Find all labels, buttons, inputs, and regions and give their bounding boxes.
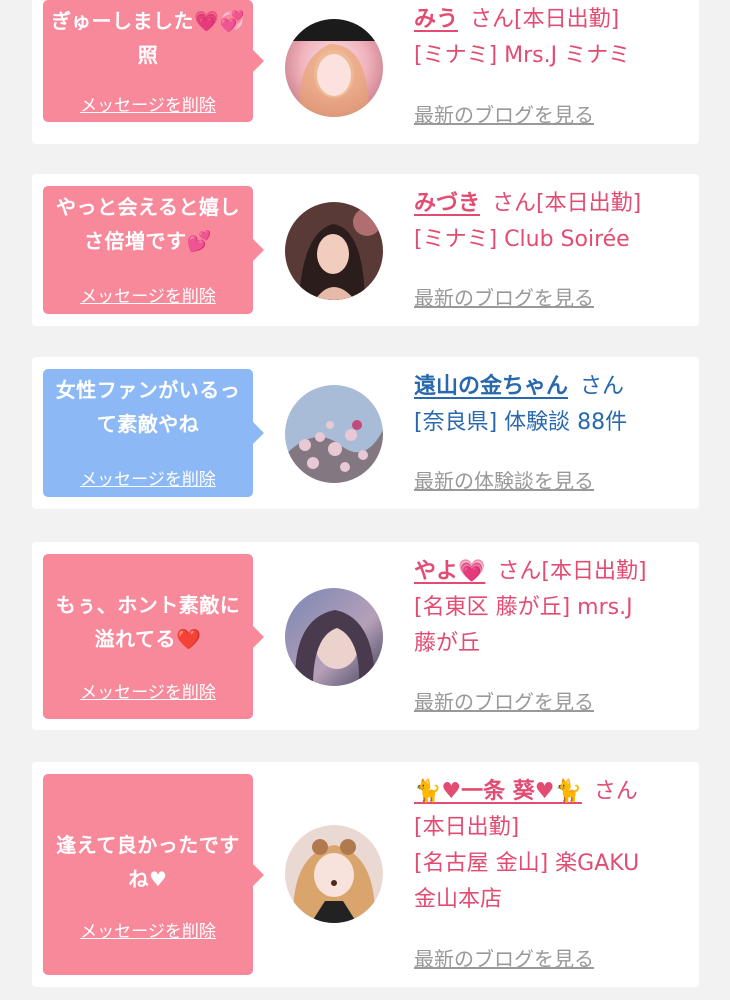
message-bubble: ぎゅーしました💗💞照 メッセージを削除: [43, 0, 264, 122]
cast-info: 遠山の金ちゃん さん [奈良県] 体験談 88件: [414, 369, 689, 441]
cast-suffix: さん[本日出勤]: [492, 191, 642, 216]
cast-info: みう さん[本日出勤] [ミナミ] Mrs.J ミナミ: [414, 2, 689, 74]
bubble-tail: [253, 422, 264, 444]
bubble-tail: [253, 863, 264, 886]
cast-shop-tag: 藤が丘: [414, 631, 481, 656]
avatar[interactable]: [285, 19, 383, 117]
message-text: 女性ファンがいるって素敵やね: [55, 378, 241, 436]
cast-shop-tag: 金山本店: [414, 887, 503, 912]
delete-message-link[interactable]: メッセージを削除: [43, 917, 253, 942]
cast-shop-tag: [名東区 藤が丘] mrs.J: [414, 595, 633, 620]
avatar-photo: [285, 825, 383, 923]
cast-name-link[interactable]: みう: [414, 7, 458, 32]
cast-name-link[interactable]: 🐈♥一条 葵♥🐈: [414, 779, 582, 804]
cast-info: やよ💗 さん[本日出勤] [名東区 藤が丘] mrs.J 藤が丘: [414, 554, 689, 662]
cast-suffix: さん[本日出勤]: [497, 559, 647, 584]
cast-name-link[interactable]: やよ💗: [414, 559, 485, 584]
avatar-photo: [285, 588, 383, 686]
bubble-tail: [253, 239, 264, 261]
favorite-card: もぅ、ホント素敵に溢れてる❤️ メッセージを削除 やよ💗 さん[本日出勤] [名東…: [32, 542, 699, 730]
avatar[interactable]: [285, 385, 383, 483]
avatar[interactable]: [285, 588, 383, 686]
delete-message-link[interactable]: メッセージを削除: [43, 91, 253, 116]
latest-blog-link[interactable]: 最新のブログを見る: [414, 282, 594, 311]
favorite-card: 女性ファンがいるって素敵やね メッセージを削除 遠山の金ちゃん さん [奈良県] …: [32, 357, 699, 509]
cast-name-link[interactable]: みづき: [414, 191, 480, 216]
cast-suffix: さん: [593, 779, 638, 804]
cast-status-tag: [本日出勤]: [414, 815, 520, 840]
avatar-photo: [285, 202, 383, 300]
cast-shop-tag: [ミナミ] Mrs.J ミナミ: [414, 43, 631, 68]
cast-name-link[interactable]: 遠山の金ちゃん: [414, 374, 568, 399]
cast-suffix: さん[本日出勤]: [470, 7, 620, 32]
cast-suffix: さん: [580, 374, 625, 399]
bubble-tail: [253, 625, 264, 648]
delete-message-link[interactable]: メッセージを削除: [43, 678, 253, 703]
cast-shop-tag: [ミナミ] Club Soirée: [414, 227, 630, 252]
favorite-card: やっと会えると嬉しさ倍増です💕 メッセージを削除 みづき さん[本日出勤] [ミナ…: [32, 174, 699, 326]
delete-message-link[interactable]: メッセージを削除: [43, 282, 253, 307]
cast-review-tag: [奈良県] 体験談 88件: [414, 410, 628, 435]
latest-blog-link[interactable]: 最新のブログを見る: [414, 99, 594, 128]
favorite-card: 逢えて良かったですね♥ メッセージを削除 🐈♥一条 葵♥🐈 さん [本日出勤] […: [32, 762, 699, 987]
avatar[interactable]: [285, 825, 383, 923]
avatar[interactable]: [285, 202, 383, 300]
favorite-card: ぎゅーしました💗💞照 メッセージを削除 みう さん[本日出勤] [ミナミ] Mrs…: [32, 0, 699, 144]
latest-blog-link[interactable]: 最新のブログを見る: [414, 686, 594, 715]
avatar-photo: [285, 385, 383, 483]
message-bubble: 女性ファンがいるって素敵やね メッセージを削除: [43, 369, 264, 497]
message-text: ぎゅーしました💗💞照: [51, 9, 245, 67]
message-bubble: やっと会えると嬉しさ倍増です💕 メッセージを削除: [43, 186, 264, 314]
bubble-tail: [253, 50, 264, 72]
message-bubble: 逢えて良かったですね♥ メッセージを削除: [43, 774, 264, 975]
cast-shop-tag: [名古屋 金山] 楽GAKU: [414, 851, 640, 876]
cast-info: 🐈♥一条 葵♥🐈 さん [本日出勤] [名古屋 金山] 楽GAKU 金山本店: [414, 774, 689, 918]
latest-review-link[interactable]: 最新の体験談を見る: [414, 465, 594, 494]
message-text: やっと会えると嬉しさ倍増です💕: [56, 195, 240, 253]
message-text: もぅ、ホント素敵に溢れてる❤️: [55, 593, 241, 651]
cast-info: みづき さん[本日出勤] [ミナミ] Club Soirée: [414, 186, 689, 258]
latest-blog-link[interactable]: 最新のブログを見る: [414, 943, 594, 972]
message-bubble: もぅ、ホント素敵に溢れてる❤️ メッセージを削除: [43, 554, 264, 719]
delete-message-link[interactable]: メッセージを削除: [43, 465, 253, 490]
avatar-photo: [285, 19, 383, 117]
message-text: 逢えて良かったですね♥: [56, 833, 240, 891]
